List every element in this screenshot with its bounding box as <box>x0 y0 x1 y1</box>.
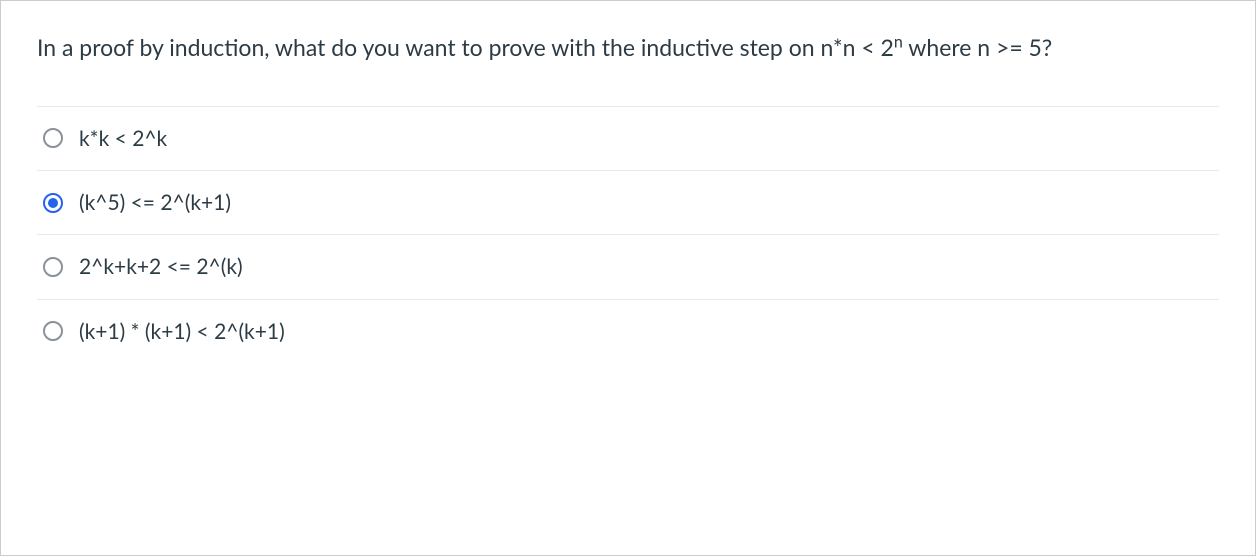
option-label: (k^5) <= 2^(k+1) <box>79 189 231 216</box>
option-row-1[interactable]: (k^5) <= 2^(k+1) <box>37 170 1219 234</box>
option-row-3[interactable]: (k+1) * (k+1) < 2^(k+1) <box>37 299 1219 363</box>
option-row-2[interactable]: 2^k+k+2 <= 2^(k) <box>37 234 1219 298</box>
radio-icon[interactable] <box>43 128 63 148</box>
option-label: (k+1) * (k+1) < 2^(k+1) <box>79 318 285 345</box>
options-list: k*k < 2^k (k^5) <= 2^(k+1) 2^k+k+2 <= 2^… <box>37 106 1219 363</box>
question-card: In a proof by induction, what do you wan… <box>0 0 1256 556</box>
question-text: In a proof by induction, what do you wan… <box>37 29 1219 66</box>
radio-icon[interactable] <box>43 193 63 213</box>
option-label: k*k < 2^k <box>79 125 167 152</box>
question-superscript: n <box>894 32 903 51</box>
option-label: 2^k+k+2 <= 2^(k) <box>79 253 243 280</box>
radio-icon[interactable] <box>43 321 63 341</box>
question-text-suffix: where n >= 5? <box>903 33 1052 61</box>
option-row-0[interactable]: k*k < 2^k <box>37 106 1219 170</box>
question-text-prefix: In a proof by induction, what do you wan… <box>37 33 894 61</box>
radio-icon[interactable] <box>43 257 63 277</box>
